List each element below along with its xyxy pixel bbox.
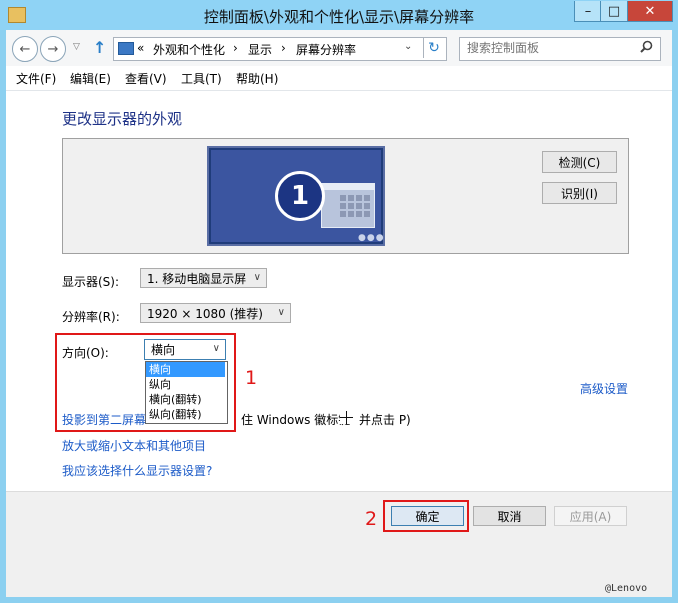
- which-settings-link[interactable]: 我应该选择什么显示器设置?: [62, 462, 212, 479]
- watermark: @Lenovo: [605, 583, 648, 594]
- project-second-screen-link[interactable]: 投影到第二屏幕: [62, 411, 146, 428]
- display-label: 显示器(S):: [62, 275, 120, 289]
- zoom-text-link[interactable]: 放大或缩小文本和其他项目: [62, 437, 206, 454]
- project-hint-text-end: 并点击 P): [359, 413, 411, 427]
- back-button[interactable]: ←: [12, 36, 38, 62]
- maximize-button[interactable]: □: [600, 1, 628, 22]
- detect-button[interactable]: 检测(C): [542, 151, 617, 173]
- close-button[interactable]: ✕: [627, 1, 673, 22]
- resolution-select[interactable]: 1920 × 1080 (推荐) ∨: [140, 303, 291, 323]
- display-select[interactable]: 1. 移动电脑显示屏 ∨: [140, 268, 267, 288]
- search-input[interactable]: [467, 41, 637, 55]
- menu-tools[interactable]: 工具(T): [181, 70, 222, 87]
- chevron-down-icon: ∨: [253, 272, 261, 283]
- resolution-select-value: 1920 × 1080 (推荐): [147, 306, 263, 321]
- refresh-button[interactable]: ↻: [423, 38, 444, 58]
- project-hint-text: 住 Windows 徽标键: [241, 413, 351, 427]
- page-title: 更改显示器的外观: [62, 110, 183, 128]
- annotation-box-2: [383, 500, 469, 532]
- ellipsis-icon: ●●●: [358, 233, 385, 243]
- identify-button[interactable]: 识别(I): [542, 182, 617, 204]
- control-panel-icon: [118, 42, 134, 55]
- annotation-number-2: 2: [365, 508, 378, 530]
- cancel-button[interactable]: 取消: [473, 506, 546, 526]
- menu-edit[interactable]: 编辑(E): [70, 70, 111, 87]
- resolution-label: 分辨率(R):: [62, 310, 120, 324]
- annotation-number-1: 1: [245, 367, 258, 389]
- forward-button[interactable]: →: [40, 36, 66, 62]
- chevron-down-icon: ∨: [277, 307, 285, 318]
- breadcrumb-item[interactable]: 屏幕分辨率: [296, 41, 356, 58]
- minimize-button[interactable]: –: [574, 1, 602, 22]
- address-dropdown-icon[interactable]: ⌄: [404, 41, 412, 52]
- windows-logo-icon: [340, 411, 353, 424]
- app-grid-icon: [321, 183, 375, 228]
- menu-file[interactable]: 文件(F): [16, 70, 56, 87]
- breadcrumb-item[interactable]: 外观和个性化: [153, 41, 225, 58]
- apply-button[interactable]: 应用(A): [554, 506, 627, 526]
- display-select-value: 1. 移动电脑显示屏: [147, 271, 247, 286]
- menu-view[interactable]: 查看(V): [125, 70, 167, 87]
- breadcrumb-separator[interactable]: ›: [281, 41, 286, 55]
- breadcrumb-separator[interactable]: ›: [233, 41, 238, 55]
- menu-help[interactable]: 帮助(H): [236, 70, 278, 87]
- recent-pages-dropdown[interactable]: ▽: [73, 42, 80, 52]
- search-icon[interactable]: [640, 40, 653, 57]
- up-button[interactable]: ↑: [93, 38, 106, 57]
- breadcrumb-item[interactable]: 显示: [248, 41, 272, 58]
- advanced-settings-link[interactable]: 高级设置: [580, 380, 628, 397]
- monitor-number-badge: 1: [275, 171, 325, 221]
- breadcrumb-overflow[interactable]: «: [137, 41, 144, 55]
